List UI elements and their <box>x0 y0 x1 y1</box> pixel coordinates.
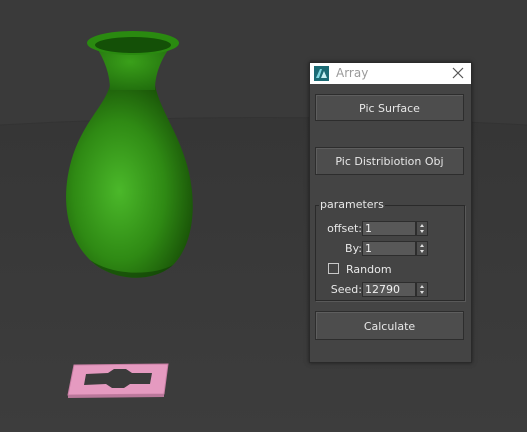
parameters-group-title: parameters <box>319 198 385 211</box>
seed-spinner: 12790 <box>362 282 428 297</box>
by-input[interactable]: 1 <box>362 241 416 256</box>
pick-surface-button[interactable]: Pic Surface <box>315 94 464 121</box>
by-label: By: <box>345 242 362 255</box>
offset-spinner-arrows[interactable] <box>416 221 428 236</box>
offset-spinner: 1 <box>362 221 428 236</box>
spinner-down-icon[interactable] <box>420 250 424 253</box>
dialog-titlebar[interactable]: Array <box>310 63 471 84</box>
by-spinner: 1 <box>362 241 428 256</box>
pick-distribution-object-button[interactable]: Pic Distribiotion Obj <box>315 147 464 175</box>
spinner-up-icon[interactable] <box>420 285 424 288</box>
offset-input[interactable]: 1 <box>362 221 416 236</box>
spinner-up-icon[interactable] <box>420 244 424 247</box>
spinner-down-icon[interactable] <box>420 230 424 233</box>
pink-plate-object[interactable] <box>64 360 174 405</box>
array-dialog: Array Pic Surface Pic Distribiotion Obj … <box>309 62 472 363</box>
by-spinner-arrows[interactable] <box>416 241 428 256</box>
seed-input[interactable]: 12790 <box>362 282 416 297</box>
spinner-up-icon[interactable] <box>420 224 424 227</box>
parameters-group: parameters offset: 1 By: 1 Random Seed: … <box>315 198 465 301</box>
random-checkbox[interactable] <box>328 263 339 274</box>
spinner-down-icon[interactable] <box>420 291 424 294</box>
vase-object[interactable] <box>55 25 205 295</box>
offset-label: offset: <box>327 222 362 235</box>
3ds-max-icon <box>314 66 329 81</box>
close-icon[interactable] <box>449 65 467 82</box>
seed-label: Seed: <box>330 283 362 296</box>
seed-spinner-arrows[interactable] <box>416 282 428 297</box>
random-label[interactable]: Random <box>346 263 392 276</box>
calculate-button[interactable]: Calculate <box>315 311 464 340</box>
dialog-title: Array <box>336 66 369 80</box>
